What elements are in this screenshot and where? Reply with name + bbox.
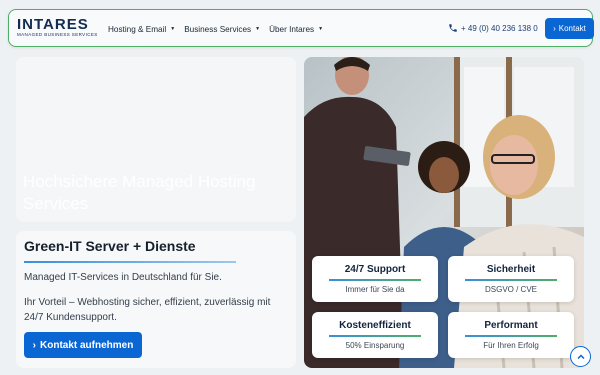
feature-underline: [465, 335, 557, 337]
nav-item-ueber-intares[interactable]: Über Intares ▼: [269, 25, 323, 34]
feature-card-support: 24/7 Support Immer für Sie da: [312, 256, 438, 302]
feature-underline: [329, 335, 421, 337]
kontakt-button-label: Kontakt: [558, 24, 586, 33]
feature-title: Sicherheit: [486, 264, 536, 275]
caret-down-icon: ▼: [318, 26, 324, 32]
info-card: Green-IT Server + Dienste Managed IT-Ser…: [16, 231, 296, 368]
nav-item-label: Hosting & Email: [108, 24, 167, 34]
intares-logo[interactable]: INTARES MANAGED BUSINESS SERVICES: [17, 17, 97, 41]
scroll-to-top-button[interactable]: [570, 346, 591, 367]
nav-item-label: Über Intares: [269, 24, 315, 34]
phone-icon: [449, 24, 457, 32]
feature-subtitle: DSGVO / CVE: [484, 285, 537, 294]
feature-subtitle: 50% Einsparung: [345, 341, 405, 350]
feature-underline: [329, 279, 421, 281]
chevron-right-icon: ›: [553, 24, 556, 33]
hero-card: Hochsichere Managed Hosting Services: [16, 57, 296, 222]
info-text: Ihr Vorteil – Webhosting sicher, effizie…: [24, 297, 271, 323]
caret-down-icon: ▼: [255, 26, 261, 32]
nav-item-hosting-email[interactable]: Hosting & Email ▼: [108, 25, 175, 34]
nav-item-business-services[interactable]: Business Services ▼: [184, 25, 260, 34]
feature-subtitle: Immer für Sie da: [345, 285, 405, 294]
chevron-right-icon: ›: [32, 339, 36, 351]
feature-card-sicherheit: Sicherheit DSGVO / CVE: [448, 256, 574, 302]
phone-link[interactable]: + 49 (0) 40 236 138 0: [448, 23, 538, 33]
phone-number: + 49 (0) 40 236 138 0: [461, 23, 538, 33]
kontakt-aufnehmen-button[interactable]: › Kontakt aufnehmen: [24, 332, 142, 358]
feature-title: 24/7 Support: [344, 264, 406, 275]
cta-button-label: Kontakt aufnehmen: [40, 339, 134, 351]
feature-title: Performant: [484, 320, 538, 331]
feature-card-performant: Performant Für Ihren Erfolg: [448, 312, 574, 358]
caret-down-icon: ▼: [170, 26, 176, 32]
logo-tagline: MANAGED BUSINESS SERVICES: [17, 32, 98, 37]
hero-title: Hochsichere Managed Hosting Services: [23, 172, 256, 213]
chevron-up-icon: [576, 353, 585, 359]
nav-item-label: Business Services: [184, 24, 252, 34]
feature-title: Kosteneffizient: [339, 320, 411, 331]
info-subtitle: Managed IT-Services in Deutschland für S…: [24, 272, 222, 283]
logo-wordmark: INTARES: [17, 16, 89, 33]
site-header: INTARES MANAGED BUSINESS SERVICES Hostin…: [8, 9, 594, 48]
main-nav: Hosting & Email ▼ Business Services ▼ Üb…: [99, 10, 323, 48]
title-underline: [24, 261, 236, 263]
feature-subtitle: Für Ihren Erfolg: [483, 341, 539, 350]
feature-card-kosteneffizient: Kosteneffizient 50% Einsparung: [312, 312, 438, 358]
kontakt-button[interactable]: › Kontakt: [545, 18, 594, 39]
team-photo: 24/7 Support Immer für Sie da Sicherheit…: [304, 57, 584, 368]
feature-underline: [465, 279, 557, 281]
info-title: Green-IT Server + Dienste: [24, 238, 196, 254]
